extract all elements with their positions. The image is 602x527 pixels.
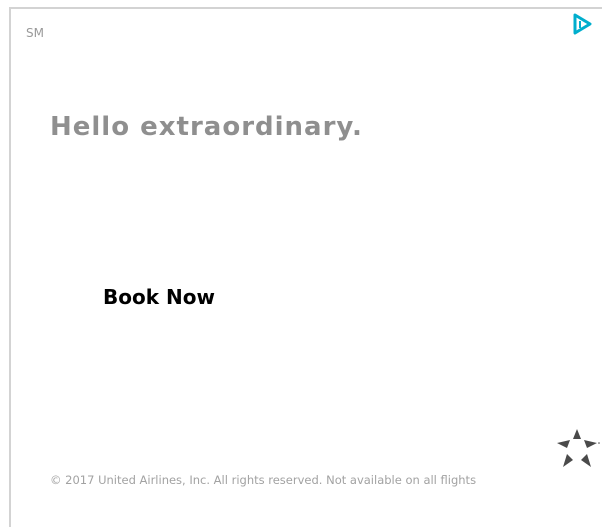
headline: Hello extraordinary. xyxy=(50,112,363,142)
ad-frame xyxy=(9,7,602,527)
legal-disclaimer: © 2017 United Airlines, Inc. All rights … xyxy=(50,473,477,487)
book-now-button[interactable]: Book Now xyxy=(103,285,215,309)
adchoices-icon[interactable] xyxy=(572,12,592,36)
star-alliance-logo-icon xyxy=(553,427,601,471)
ad-badge: SM xyxy=(26,26,44,40)
